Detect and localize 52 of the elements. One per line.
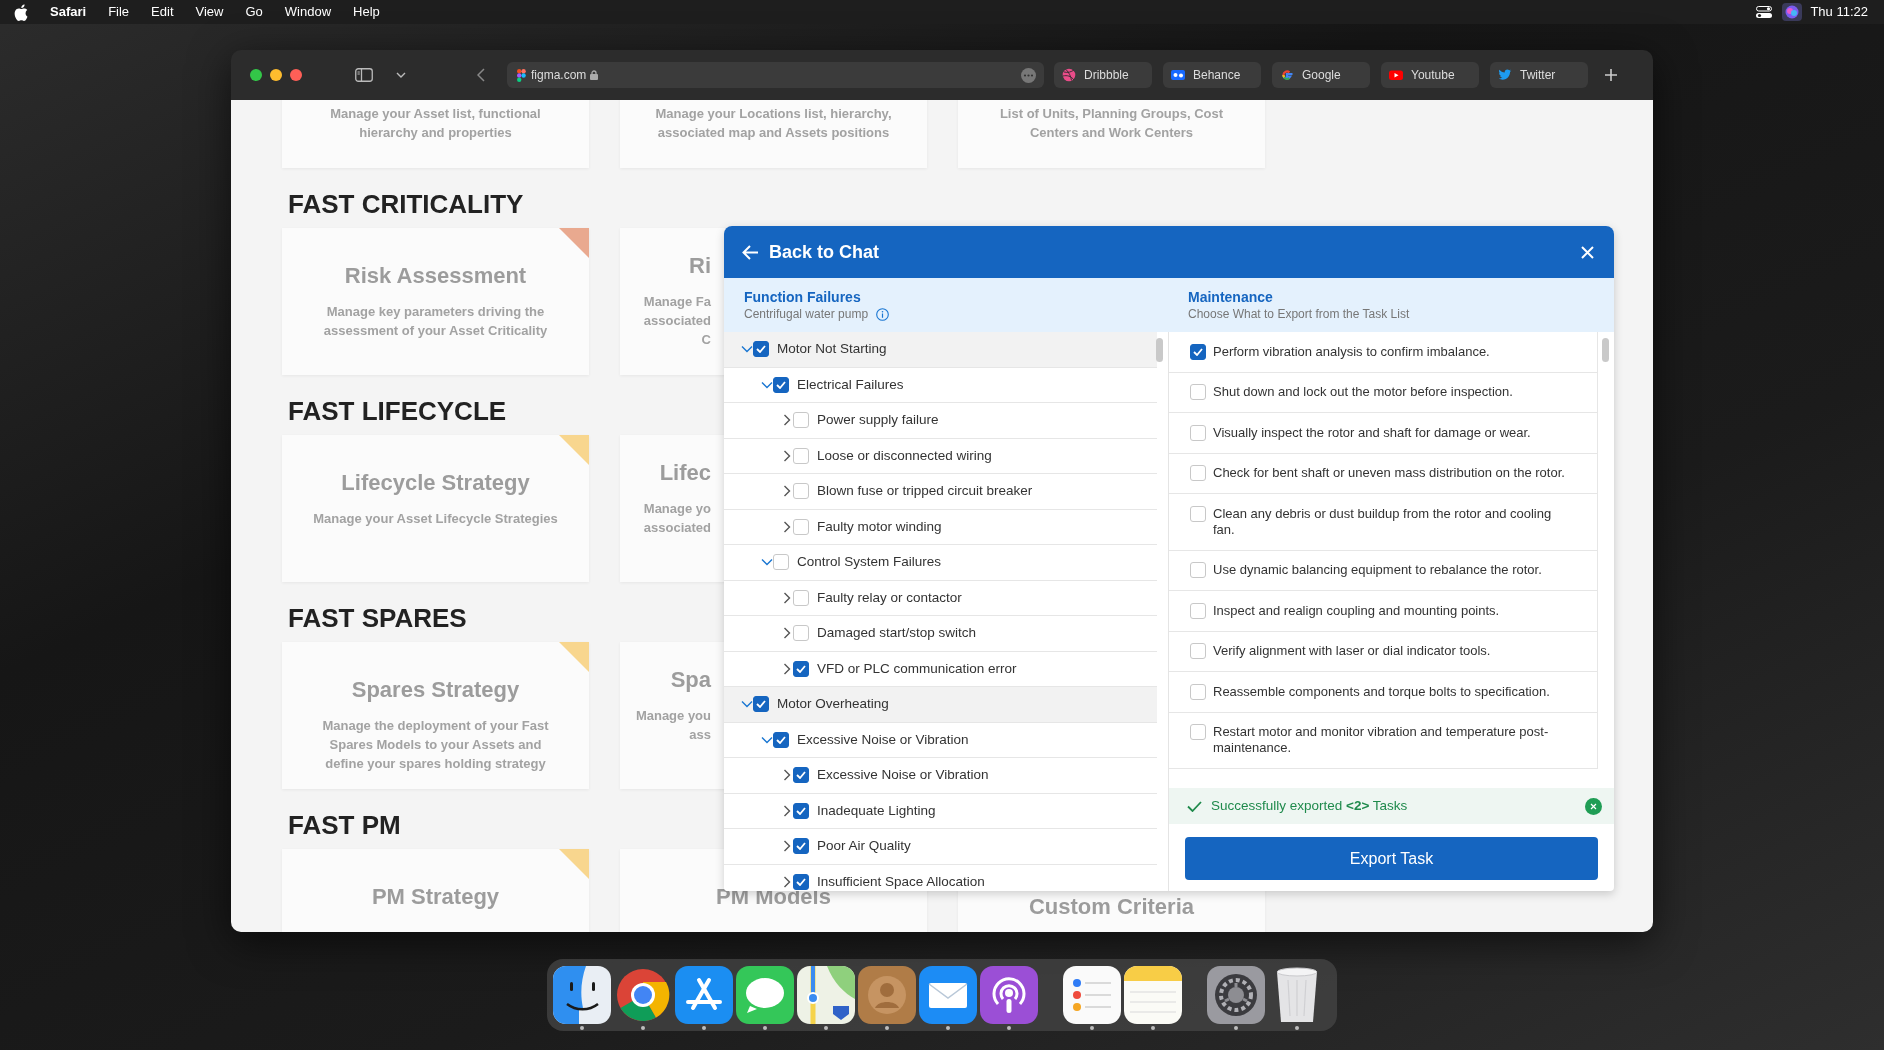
card-title: Lifecycle Strategy (340, 469, 531, 497)
task-label: Check for bent shaft or uneven mass distribution on the rotor. (1213, 465, 1566, 482)
toast-message: Successfully exported <2> Tasks (1211, 796, 1408, 815)
section-heading: FAST LIFECYCLE (287, 395, 507, 428)
card-title: Spares Strategy (350, 676, 521, 704)
tree-label: Loose or disconnected wiring (817, 446, 992, 465)
card-title: PM Strategy (370, 883, 501, 911)
task-label: Shut down and lock out the motor before inspection. (1213, 384, 1514, 401)
card-title: Lifec (658, 459, 711, 487)
task-label: Inspect and realign coupling and mounting points. (1213, 602, 1501, 619)
task-label: Clean any debris or dust buildup from the rotor and cooling fan. (1213, 505, 1553, 538)
task-label: Use dynamic balancing equipment to rebalance the rotor. (1213, 562, 1543, 579)
tree-label: Damaged start/stop switch (817, 624, 977, 643)
tree-label: Faulty motor winding (817, 517, 942, 536)
task-label: Reassemble components and torque bolts to specification. (1213, 683, 1551, 700)
card-description: List of Units, Planning Groups, Cost Centers and Work Centers (998, 105, 1225, 142)
tree-label: Blown fuse or tripped circuit breaker (817, 482, 1033, 501)
tree-label: Power supply failure (817, 411, 939, 430)
card-title: Risk Assessment (343, 262, 528, 290)
card-description: Manage your Asset list, functional hierarchy and properties (329, 105, 542, 142)
card-description: Manage Fa associated C (642, 293, 711, 349)
card-title: Ri (688, 252, 711, 280)
section-heading: FAST PM (287, 809, 401, 842)
card-description: Manage your Locations list, hierarchy, associated map and Assets positions (654, 105, 893, 142)
task-label: Visually inspect the rotor and shaft for damage or wear. (1213, 424, 1532, 441)
tree-label: Inadequate Lighting (817, 801, 936, 820)
tree-label: Faulty relay or contactor (817, 588, 962, 607)
task-label: Perform vibration analysis to confirm imbalance. (1213, 343, 1491, 360)
card-description: Manage your Asset Lifecycle Strategies (312, 510, 559, 528)
tree-label: Control System Failures (797, 553, 942, 572)
card-description: Manage the deployment of your Fast Spares Models to your Assets and define your spares holding strategy (321, 717, 550, 773)
tree-label: Electrical Failures (797, 375, 904, 394)
card-description: Manage key parameters driving the assessment of your Asset Criticality (322, 303, 549, 340)
card-description: Manage yo associated (642, 500, 711, 537)
tree-label: VFD or PLC communication error (817, 659, 1017, 678)
panel-title: Function Failures (744, 288, 862, 306)
card-title: Spa (669, 666, 711, 694)
task-label: Verify alignment with laser or dial indicator tools. (1213, 643, 1492, 660)
tree-label: Poor Air Quality (817, 837, 911, 856)
tree-label: Motor Overheating (777, 695, 889, 714)
card-description: Manage you ass (634, 707, 711, 744)
tree-label: Excessive Noise or Vibration (797, 730, 969, 749)
card-title: Custom Criteria (1027, 893, 1195, 921)
section-heading: FAST CRITICALITY (287, 188, 524, 221)
tree-label: Motor Not Starting (777, 340, 887, 359)
task-label: Restart motor and monitor vibration and temperature post-maintenance. (1213, 724, 1550, 757)
panel-subtitle: Centrifugal water pump (744, 306, 869, 322)
tree-label: Excessive Noise or Vibration (817, 766, 989, 785)
tree-label: Insufficient Space Allocation (817, 872, 985, 891)
panel-title: Maintenance (1188, 288, 1274, 306)
section-heading: FAST SPARES (287, 602, 467, 635)
panel-subtitle: Choose What to Export from the Task List (1188, 306, 1411, 322)
